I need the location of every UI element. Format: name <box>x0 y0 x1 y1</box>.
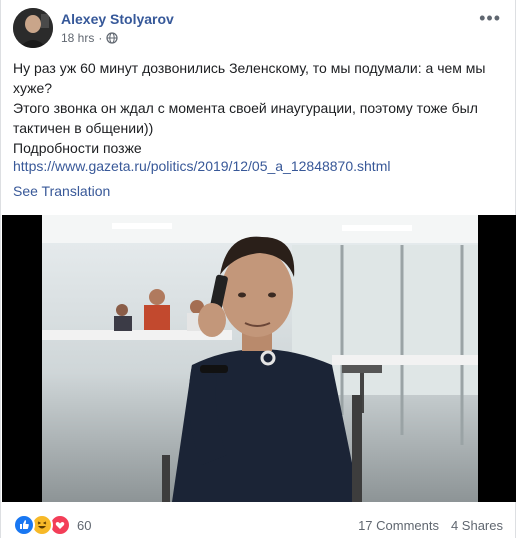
facebook-post: Alexey Stolyarov 18 hrs · ••• Ну раз уж … <box>0 0 516 538</box>
post-text-line: Подробности позже <box>13 140 142 156</box>
author-avatar[interactable] <box>13 8 53 48</box>
shares-count[interactable]: 4 Shares <box>451 518 503 533</box>
post-timestamp[interactable]: 18 hrs <box>61 31 94 45</box>
comments-count[interactable]: 17 Comments <box>358 518 439 533</box>
reaction-count[interactable]: 60 <box>77 518 91 533</box>
post-text: Ну раз уж 60 минут дозвонились Зеленском… <box>13 58 493 158</box>
globe-icon[interactable] <box>106 32 118 44</box>
see-translation-link[interactable]: See Translation <box>13 183 110 199</box>
reactions-summary[interactable]: 60 <box>13 514 91 536</box>
like-icon <box>13 514 35 536</box>
post-header: Alexey Stolyarov 18 hrs · ••• <box>13 8 505 50</box>
post-image[interactable] <box>2 215 516 502</box>
post-text-line: Ну раз уж 60 минут дозвонились Зеленском… <box>13 60 486 96</box>
post-meta: 18 hrs · <box>61 31 118 45</box>
post-link[interactable]: https://www.gazeta.ru/politics/2019/12/0… <box>13 158 390 174</box>
post-text-line: Этого звонка он ждал с момента своей ина… <box>13 100 478 136</box>
post-footer: 60 17 Comments 4 Shares <box>13 512 503 536</box>
photo <box>42 215 478 502</box>
more-dots-icon[interactable]: ••• <box>479 8 501 29</box>
author-name[interactable]: Alexey Stolyarov <box>61 11 174 27</box>
